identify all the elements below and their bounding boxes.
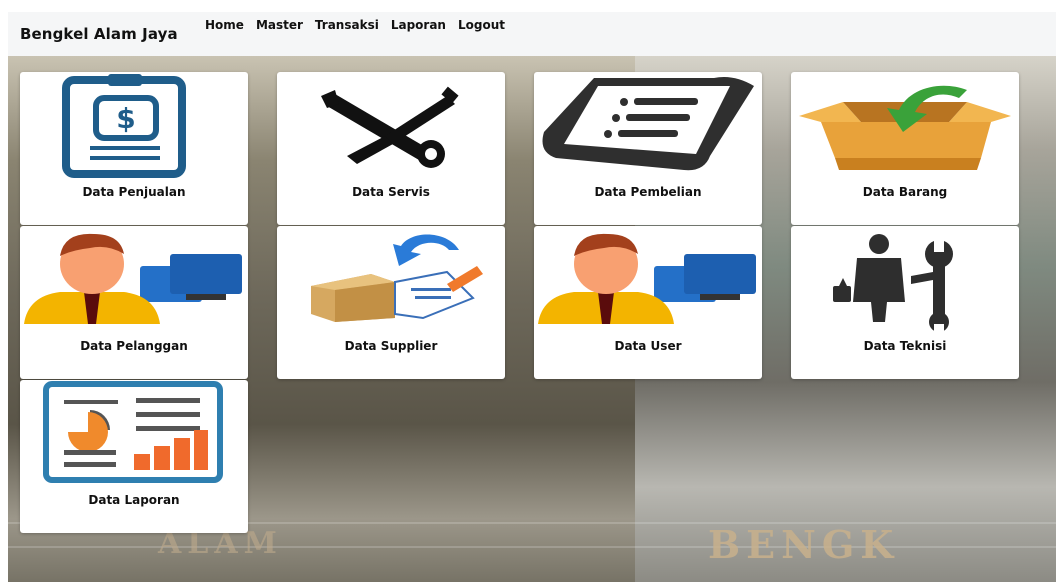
nav-laporan[interactable]: Laporan [391, 18, 446, 32]
card-data-pelanggan[interactable]: Data Pelanggan [20, 226, 248, 379]
card-label: Data Penjualan [82, 185, 186, 199]
card-label: Data Barang [862, 185, 948, 199]
card-label: Data Pembelian [594, 185, 702, 199]
card-label: Data Teknisi [863, 339, 947, 353]
nav-transaksi[interactable]: Transaksi [315, 18, 379, 32]
navbar: Bengkel Alam Jaya Home Master Transaksi … [8, 12, 1056, 57]
wrench-screwdriver-icon [277, 72, 505, 178]
nav-master[interactable]: Master [256, 18, 303, 32]
nav-menu: Home Master Transaksi Laporan Logout [205, 18, 505, 32]
card-data-penjualan[interactable]: $ Data Penjualan [20, 72, 248, 225]
receipt-list-icon [534, 72, 762, 178]
technician-wrench-icon [791, 226, 1019, 332]
card-label: Data Servis [352, 185, 430, 199]
report-chart-icon [20, 380, 248, 486]
nav-home[interactable]: Home [205, 18, 244, 32]
card-data-barang[interactable]: Data Barang [791, 72, 1019, 225]
card-data-user[interactable]: Data User [534, 226, 762, 379]
card-label: Data Laporan [88, 493, 180, 507]
card-data-pembelian[interactable]: Data Pembelian [534, 72, 762, 225]
card-data-servis[interactable]: Data Servis [277, 72, 505, 225]
brand-title[interactable]: Bengkel Alam Jaya [20, 25, 178, 43]
card-label: Data User [614, 339, 682, 353]
box-arrow-icon [791, 72, 1019, 178]
sales-clipboard-dollar-icon: $ [20, 72, 248, 178]
svg-text:$: $ [116, 102, 135, 135]
card-label: Data Supplier [344, 339, 438, 353]
card-data-supplier[interactable]: Data Supplier [277, 226, 505, 379]
box-document-arrow-icon [277, 226, 505, 332]
user-computer-icon [534, 226, 762, 332]
card-label: Data Pelanggan [80, 339, 188, 353]
nav-logout[interactable]: Logout [458, 18, 505, 32]
user-computer-icon [20, 226, 248, 332]
card-data-teknisi[interactable]: Data Teknisi [791, 226, 1019, 379]
background-sign-right: BENGK [708, 522, 900, 567]
card-data-laporan[interactable]: Data Laporan [20, 380, 248, 533]
